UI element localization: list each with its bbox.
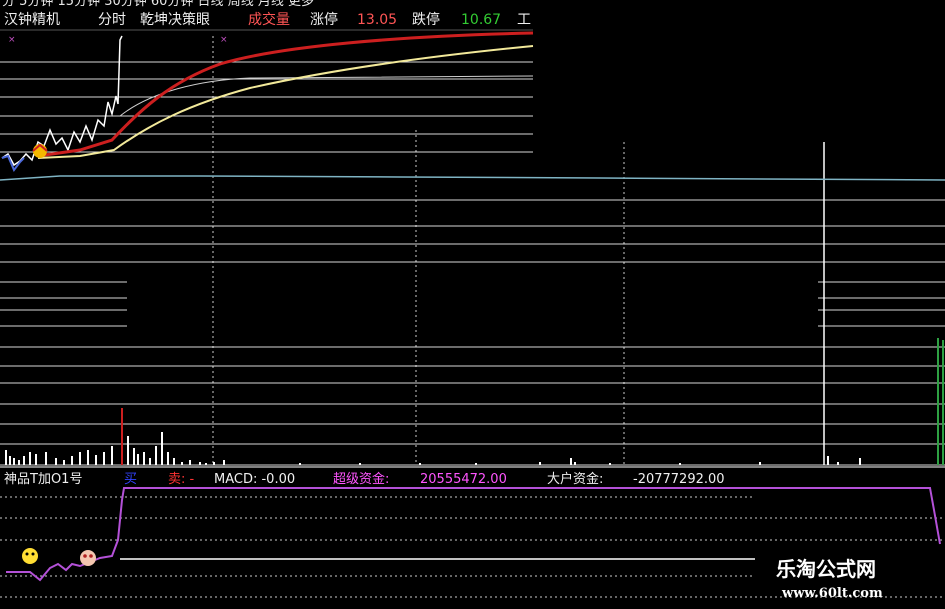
skull-face-icon (89, 554, 93, 558)
volume-bars (5, 338, 944, 465)
buy-label: 买 (124, 472, 138, 487)
skull-face-icon (83, 554, 87, 558)
x-marker-icon: × (8, 35, 16, 45)
watermark-name: 乐淘公式网 (776, 557, 876, 581)
ghost-face-icon (22, 548, 38, 564)
base-line-cyan (0, 175, 945, 181)
cut-label: 工 (517, 12, 531, 28)
super-funds-label: 超级资金: (333, 472, 390, 487)
sell-label: 卖: - (168, 472, 195, 487)
limit-up-label: 涨停 (310, 12, 338, 28)
stock-name: 汉钟精机 (4, 12, 60, 28)
average-line-red (37, 31, 534, 158)
tab-intraday[interactable]: 分时 (98, 12, 126, 28)
watermark-url: www.60lt.com (782, 586, 883, 601)
limit-up-value: 13.05 (357, 12, 398, 28)
big-funds-value: -20777292.00 (633, 472, 725, 487)
period-toolbar[interactable]: 分 5分钟 15分钟 30分钟 60分钟 日线 周线 月线 更多 (2, 0, 314, 10)
limit-down-label: 跌停 (412, 12, 440, 28)
x-marker-icon: × (220, 35, 228, 45)
price-line-white (1, 35, 123, 167)
indicator-name: 神品T加O1号 (4, 472, 83, 487)
ghost-face-icon (31, 552, 35, 556)
intraday-chart: × × (0, 29, 945, 598)
super-funds-value: 20555472.00 (420, 472, 507, 487)
ghost-face-icon (25, 552, 29, 556)
price-lines (0, 29, 945, 181)
skull-face-icon (80, 550, 96, 566)
tab-strategy-eye[interactable]: 乾坤决策眼 (140, 12, 210, 28)
grid-lines (0, 36, 945, 598)
limit-down-value: 10.67 (461, 12, 502, 28)
macd-label: MACD: -0.00 (214, 472, 296, 487)
volume-label: 成交量 (248, 12, 290, 28)
big-funds-label: 大户资金: (547, 472, 604, 487)
